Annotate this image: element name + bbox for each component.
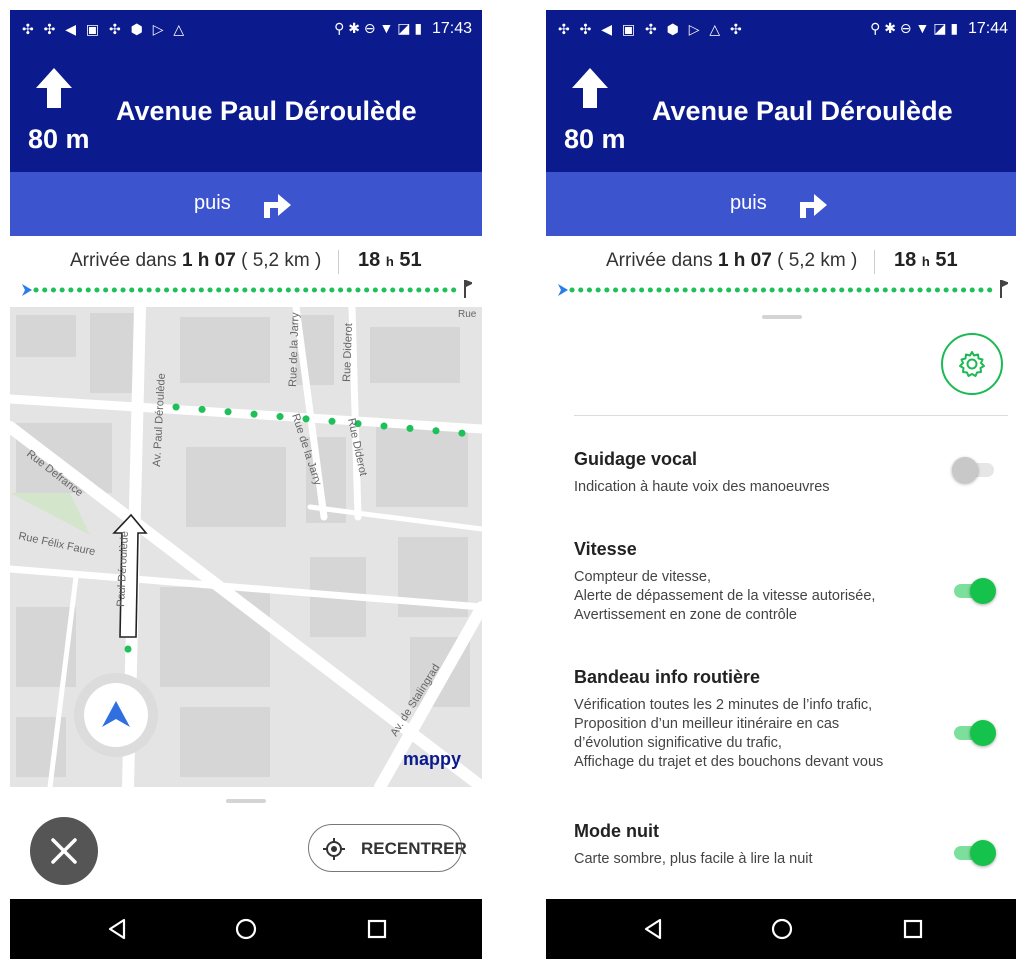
home-icon[interactable] bbox=[235, 918, 257, 940]
setting-description: Carte sombre, plus facile à lire la nuit bbox=[574, 851, 813, 867]
arrival-time: 18 h 51 bbox=[894, 249, 958, 271]
next-maneuver-bar: puis bbox=[10, 172, 482, 236]
instruction-banner: 80 m Avenue Paul Déroulède bbox=[10, 48, 482, 172]
status-right: ⚲ ✱ ⊖ ▼ ◪ ▮ 17:43 bbox=[334, 20, 472, 38]
status-bar: ✣ ✣ ◀ ▣ ✣ ⬢ ▷ △ ✣ ⚲ ✱ ⊖ ▼ ◪ ▮ 17:44 bbox=[546, 10, 1016, 48]
toggle-traffic-banner[interactable] bbox=[952, 720, 996, 746]
setting-title: Vitesse bbox=[574, 539, 637, 559]
then-label: puis bbox=[730, 192, 767, 214]
eta-distance: ( 5,2 km ) bbox=[777, 250, 858, 271]
settings-panel: Guidage vocal Indication à haute voix de… bbox=[546, 307, 1016, 899]
system-status-icons: ⚲ ✱ ⊖ ▼ ◪ ▮ bbox=[870, 20, 959, 36]
notification-icons: ✣ ✣ ◀ ▣ ✣ ⬢ ▷ △ bbox=[22, 21, 188, 37]
maneuver-distance: 80 m bbox=[564, 124, 626, 154]
drag-handle[interactable] bbox=[226, 799, 266, 803]
phone-screen-settings: ✣ ✣ ◀ ▣ ✣ ⬢ ▷ △ ✣ ⚲ ✱ ⊖ ▼ ◪ ▮ 17:44 80 m… bbox=[546, 10, 1016, 959]
home-icon[interactable] bbox=[771, 918, 793, 940]
turn-right-icon bbox=[264, 194, 291, 218]
start-marker-icon bbox=[558, 284, 568, 296]
android-nav-bar bbox=[10, 899, 482, 959]
flag-icon bbox=[464, 280, 472, 298]
back-icon[interactable] bbox=[642, 918, 664, 940]
phone-screen-navigation: ✣ ✣ ◀ ▣ ✣ ⬢ ▷ △ ⚲ ✱ ⊖ ▼ ◪ ▮ 17:43 80 m A… bbox=[10, 10, 482, 959]
then-label: puis bbox=[194, 192, 231, 214]
arrow-up-icon bbox=[36, 68, 72, 108]
eta-text: Arrivée dans 1 h 07 ( 5,2 km ) bbox=[70, 250, 322, 271]
recenter-button[interactable]: RECENTRER bbox=[308, 824, 467, 872]
setting-voice-guidance: Guidage vocal Indication à haute voix de… bbox=[574, 449, 1004, 497]
route-progress bbox=[558, 280, 1008, 298]
gear-icon bbox=[959, 351, 985, 377]
status-right: ⚲ ✱ ⊖ ▼ ◪ ▮ 17:44 bbox=[870, 20, 1008, 38]
recenter-label: RECENTRER bbox=[361, 839, 467, 858]
setting-description: Vérification toutes les 2 minutes de l’i… bbox=[574, 697, 884, 770]
settings-button[interactable] bbox=[941, 333, 1003, 395]
recents-icon[interactable] bbox=[902, 918, 924, 940]
clock: 17:43 bbox=[431, 20, 472, 37]
back-icon[interactable] bbox=[106, 918, 128, 940]
setting-speed: Vitesse Compteur de vitesse, Alerte de d… bbox=[574, 539, 1004, 625]
eta-separator bbox=[338, 250, 339, 274]
start-marker-icon bbox=[22, 284, 32, 296]
turn-right-icon bbox=[800, 194, 827, 218]
street-label: Rue bbox=[458, 309, 477, 320]
toggle-night-mode[interactable] bbox=[952, 840, 996, 866]
setting-description: Indication à haute voix des manoeuvres bbox=[574, 479, 830, 495]
status-bar: ✣ ✣ ◀ ▣ ✣ ⬢ ▷ △ ⚲ ✱ ⊖ ▼ ◪ ▮ 17:43 bbox=[10, 10, 482, 48]
eta-text: Arrivée dans 1 h 07 ( 5,2 km ) bbox=[606, 250, 858, 271]
setting-traffic-banner: Bandeau info routière Vérification toute… bbox=[574, 667, 1004, 772]
setting-night-mode: Mode nuit Carte sombre, plus facile à li… bbox=[574, 821, 1004, 869]
close-icon bbox=[51, 838, 77, 864]
android-nav-bar bbox=[546, 899, 1016, 959]
eta-duration: 1 h 07 bbox=[181, 250, 236, 271]
setting-title: Guidage vocal bbox=[574, 449, 698, 469]
next-maneuver-bar: puis bbox=[546, 172, 1016, 236]
close-navigation-button[interactable] bbox=[30, 817, 98, 885]
setting-description: Compteur de vitesse, Alerte de dépasseme… bbox=[574, 569, 876, 623]
notification-icons: ✣ ✣ ◀ ▣ ✣ ⬢ ▷ △ ✣ bbox=[558, 21, 745, 37]
setting-title: Bandeau info routière bbox=[574, 667, 761, 687]
map-canvas[interactable]: Av. Paul Déroulède Rue de la Jarry Rue D… bbox=[10, 307, 482, 787]
map-view[interactable]: Av. Paul Déroulède Rue de la Jarry Rue D… bbox=[10, 307, 482, 787]
arrow-up-icon bbox=[572, 68, 608, 108]
drag-handle[interactable] bbox=[762, 315, 802, 319]
street-label: Rue Diderot bbox=[341, 323, 355, 382]
crosshair-icon bbox=[323, 838, 345, 860]
system-status-icons: ⚲ ✱ ⊖ ▼ ◪ ▮ bbox=[334, 20, 423, 36]
recents-icon[interactable] bbox=[366, 918, 388, 940]
eta-duration: 1 h 07 bbox=[717, 250, 772, 271]
eta-separator bbox=[874, 250, 875, 274]
flag-icon bbox=[1000, 280, 1008, 298]
street-name: Avenue Paul Déroulède bbox=[652, 96, 953, 126]
arrival-time: 18 h 51 bbox=[358, 249, 422, 271]
clock: 17:44 bbox=[967, 20, 1008, 37]
position-marker bbox=[74, 673, 158, 757]
toggle-speed[interactable] bbox=[952, 578, 996, 604]
toggle-voice-guidance[interactable] bbox=[952, 457, 996, 483]
street-name: Avenue Paul Déroulède bbox=[116, 96, 417, 126]
eta-distance: ( 5,2 km ) bbox=[241, 250, 322, 271]
maneuver-distance: 80 m bbox=[28, 124, 90, 154]
mappy-logo: mappy bbox=[403, 749, 461, 769]
route-progress bbox=[22, 280, 472, 298]
instruction-banner: 80 m Avenue Paul Déroulède bbox=[546, 48, 1016, 172]
divider bbox=[574, 415, 1008, 416]
setting-title: Mode nuit bbox=[574, 821, 659, 841]
bottom-controls: RECENTRER bbox=[10, 787, 482, 899]
